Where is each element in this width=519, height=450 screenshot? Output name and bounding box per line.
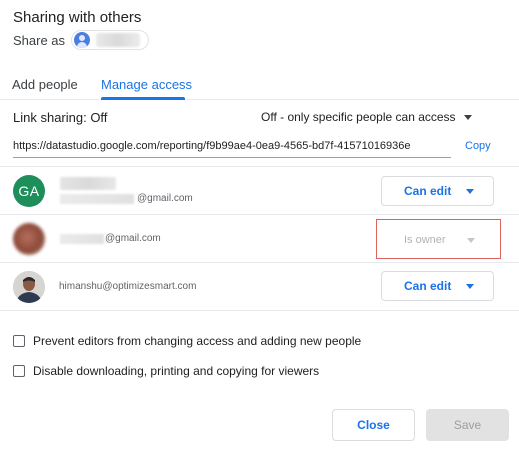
active-tab-indicator [101, 97, 185, 100]
role-label: Can edit [404, 279, 452, 293]
caret-down-icon [467, 238, 475, 243]
share-url-field[interactable]: https://datastudio.google.com/reporting/… [13, 138, 451, 158]
caret-down-icon [466, 284, 474, 289]
role-label: Can edit [404, 184, 452, 198]
person-email: @gmail.com [105, 233, 161, 244]
person-email-redacted [60, 194, 134, 204]
account-circle-icon [74, 32, 91, 48]
share-as-label: Share as [13, 32, 66, 48]
disable-downloading-label: Disable downloading, printing and copyin… [33, 364, 320, 378]
person-email: @gmail.com [137, 193, 193, 204]
avatar [13, 271, 45, 303]
role-label: Is owner [404, 234, 446, 246]
link-sharing-label: Link sharing: Off [13, 110, 108, 125]
tab-add-people[interactable]: Add people [12, 77, 78, 92]
caret-down-icon [466, 189, 474, 194]
close-button[interactable]: Close [332, 409, 415, 441]
tab-bar: Add people Manage access [0, 70, 519, 100]
avatar: GA [13, 175, 45, 207]
disable-downloading-checkbox[interactable] [13, 365, 25, 377]
share-as-account-name-redacted [96, 33, 141, 47]
person-email-redacted [60, 234, 104, 244]
person-name-redacted [60, 177, 116, 190]
copy-link-button[interactable]: Copy [465, 140, 491, 152]
tab-manage-access[interactable]: Manage access [101, 77, 192, 92]
share-as-row: Share as [13, 30, 150, 50]
owner-role-highlight: Is owner [376, 219, 501, 259]
caret-down-icon [463, 114, 472, 120]
person-row: @gmail.com Is owner [0, 214, 519, 262]
avatar [13, 223, 45, 255]
person-photo-icon [13, 271, 45, 303]
role-dropdown-button[interactable]: Can edit [381, 176, 494, 206]
dialog-title: Sharing with others [13, 9, 142, 26]
link-sharing-dropdown[interactable]: Off - only specific people can access [261, 110, 472, 124]
link-sharing-option: Off - only specific people can access [261, 110, 456, 124]
save-button[interactable]: Save [426, 409, 509, 441]
prevent-editors-checkbox[interactable] [13, 335, 25, 347]
share-as-account-chip[interactable] [71, 30, 150, 50]
prevent-editors-option[interactable]: Prevent editors from changing access and… [13, 334, 361, 348]
disable-downloading-option[interactable]: Disable downloading, printing and copyin… [13, 364, 319, 378]
prevent-editors-label: Prevent editors from changing access and… [33, 334, 362, 348]
person-row: GA @gmail.com Can edit [0, 166, 519, 214]
person-email: himanshu@optimizesmart.com [59, 281, 197, 292]
row-divider [0, 310, 519, 311]
role-dropdown-button[interactable]: Can edit [381, 271, 494, 301]
person-row: himanshu@optimizesmart.com Can edit [0, 262, 519, 310]
